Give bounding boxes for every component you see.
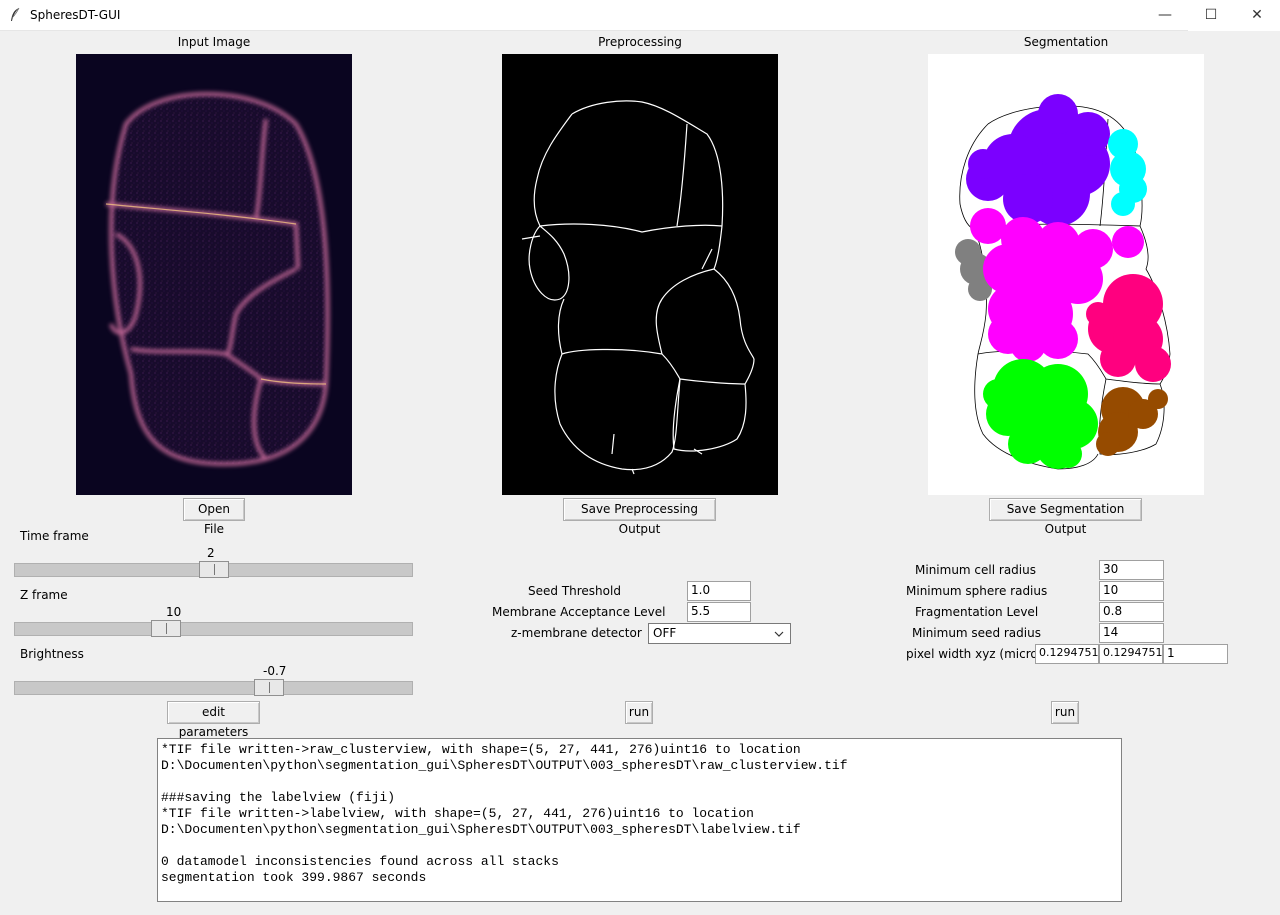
seed-threshold-input[interactable]: 1.0 — [687, 581, 751, 601]
maximize-button[interactable]: ☐ — [1188, 0, 1234, 31]
console-line: D:\Documenten\python\segmentation_gui\Sp… — [161, 822, 801, 837]
pixel-width-label: pixel width xyz (micron) — [906, 647, 1051, 661]
input-image-canvas[interactable] — [76, 54, 352, 495]
min-seed-radius-label: Minimum seed radius — [912, 626, 1041, 640]
z-membrane-value: OFF — [653, 626, 677, 640]
feather-icon — [11, 7, 20, 21]
membrane-acceptance-label: Membrane Acceptance Level — [492, 605, 666, 619]
z-frame-slider-handle[interactable] — [150, 620, 181, 637]
brightness-slider[interactable] — [14, 681, 413, 695]
pixel-width-y-input[interactable]: 0.1294751 — [1099, 644, 1163, 664]
open-file-button[interactable]: Open File — [183, 498, 245, 536]
console-line: ​ — [161, 774, 1118, 790]
fragmentation-input[interactable]: 0.8 — [1099, 602, 1164, 622]
input-image-title: Input Image — [177, 35, 251, 49]
z-frame-value: 10 — [166, 605, 182, 619]
console-line: ​ — [161, 838, 1118, 854]
preprocessing-title: Preprocessing — [598, 35, 682, 49]
brightness-value: -0.7 — [263, 664, 287, 678]
segmentation-title: Segmentation — [1023, 35, 1109, 49]
edit-parameters-button[interactable]: edit parameters — [167, 701, 260, 739]
close-window-button[interactable]: ✕ — [1234, 0, 1280, 31]
membrane-acceptance-input[interactable]: 5.5 — [687, 602, 751, 622]
z-membrane-label: z-membrane detector — [511, 626, 642, 640]
time-frame-value: 2 — [207, 546, 215, 560]
console-line: segmentation took 399.9867 seconds — [161, 870, 427, 885]
brightness-slider-handle[interactable] — [253, 679, 284, 696]
min-cell-radius-input[interactable]: 30 — [1099, 560, 1164, 580]
brightness-label: Brightness — [20, 647, 84, 661]
seed-threshold-label: Seed Threshold — [528, 584, 621, 598]
pixel-width-x-input[interactable]: 0.1294751 — [1035, 644, 1099, 664]
console-line: *TIF file written->labelview, with shape… — [161, 806, 754, 821]
z-frame-label: Z frame — [20, 588, 68, 602]
min-cell-radius-label: Minimum cell radius — [915, 563, 1036, 577]
console-line: ###saving the labelview (fiji) — [161, 790, 396, 805]
fragmentation-label: Fragmentation Level — [915, 605, 1039, 619]
chevron-down-icon — [774, 631, 784, 637]
save-segmentation-button[interactable]: Save Segmentation Output — [989, 498, 1142, 536]
time-frame-label: Time frame — [20, 529, 89, 543]
console-output[interactable]: *TIF file written->raw_clusterview, with… — [157, 738, 1122, 902]
minimize-window-button[interactable]: — — [1142, 0, 1188, 31]
z-frame-slider[interactable] — [14, 622, 413, 636]
segmentation-canvas[interactable] — [928, 54, 1204, 495]
run-preprocessing-button[interactable]: run — [625, 701, 653, 724]
time-frame-slider-handle[interactable] — [198, 561, 229, 578]
window-title: SpheresDT-GUI — [30, 8, 121, 22]
min-seed-radius-input[interactable]: 14 — [1099, 623, 1164, 643]
min-sphere-radius-label: Minimum sphere radius — [906, 584, 1048, 598]
title-bar: SpheresDT-GUI — ✕ — [0, 0, 1280, 31]
console-line: D:\Documenten\python\segmentation_gui\Sp… — [161, 758, 848, 773]
z-membrane-select[interactable]: OFF — [648, 623, 791, 644]
run-segmentation-button[interactable]: run — [1051, 701, 1079, 724]
console-line: 0 datamodel inconsistencies found across… — [161, 854, 559, 869]
save-preprocessing-button[interactable]: Save Preprocessing Output — [563, 498, 716, 536]
min-sphere-radius-input[interactable]: 10 — [1099, 581, 1164, 601]
console-line: *TIF file written->raw_clusterview, with… — [161, 742, 801, 757]
pixel-width-z-input[interactable]: 1 — [1163, 644, 1228, 664]
preprocessing-canvas[interactable] — [502, 54, 778, 495]
